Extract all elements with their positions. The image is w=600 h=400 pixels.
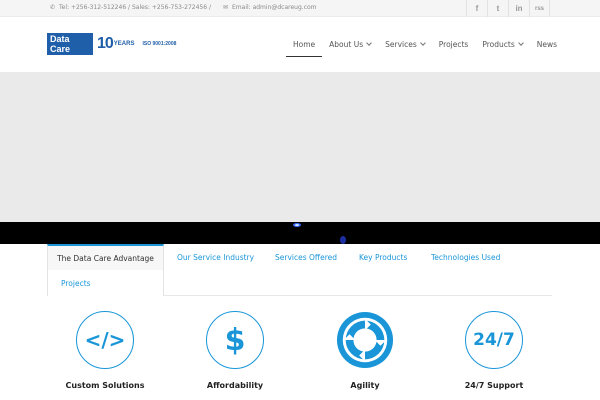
social-links: f t in rss — [466, 0, 550, 17]
chevron-down-icon — [419, 40, 426, 46]
top-bar: ✆ Tel: +256-312-512246 / Sales: +256-753… — [0, 0, 600, 17]
contact-info: ✆ Tel: +256-312-512246 / Sales: +256-753… — [50, 4, 317, 11]
main-nav: Home About Us Services Projects Products… — [286, 17, 564, 72]
nav-services[interactable]: Services — [378, 17, 432, 72]
hero-slider — [0, 72, 600, 222]
dollar-icon: $ — [206, 311, 264, 369]
data-care-logo: Data Care — [47, 33, 93, 55]
feature-title: Agility — [350, 381, 380, 390]
contact-email-text[interactable]: Email: admin@dcareug.com — [232, 4, 317, 11]
nav-projects[interactable]: Projects — [432, 17, 476, 72]
nav-home[interactable]: Home — [286, 17, 323, 72]
feature-title: Custom Solutions — [65, 381, 145, 390]
tab-our-service-industry[interactable]: Our Service Industry — [177, 253, 254, 262]
ten-years-badge: 10 YEARS — [97, 35, 135, 52]
feature-title: Affordability — [206, 381, 264, 390]
feature-title: 24/7 Support — [464, 381, 524, 390]
contact-phone-text: Tel: +256-312-512246 / Sales: +256-753-2… — [59, 4, 211, 11]
slider-band — [0, 222, 600, 244]
tab-data-care-advantage[interactable]: The Data Care Advantage — [47, 244, 164, 270]
site-logo[interactable]: Data Care 10 YEARS ISO 9001:2008 — [47, 33, 176, 55]
phone-icon: ✆ — [50, 4, 56, 11]
feature-affordability: $ Affordability — [175, 311, 295, 390]
envelope-icon: ✉ — [222, 4, 228, 11]
facebook-icon[interactable]: f — [466, 0, 487, 17]
tab-technologies-used[interactable]: Technologies Used — [431, 253, 500, 262]
chevron-down-icon — [366, 40, 372, 46]
twitter-icon[interactable]: t — [487, 0, 508, 17]
refresh-cycle-icon — [336, 311, 394, 369]
advantage-tabs: The Data Care Advantage Our Service Indu… — [47, 244, 552, 296]
slider-glow-2 — [340, 236, 346, 244]
nav-products[interactable]: Products — [475, 17, 529, 72]
linkedin-icon[interactable]: in — [508, 0, 529, 17]
site-header: Data Care 10 YEARS ISO 9001:2008 Home Ab… — [0, 17, 600, 72]
code-icon: </> — [76, 311, 134, 369]
tab-services-offered[interactable]: Services Offered — [275, 253, 337, 262]
feature-agility: Agility — [305, 311, 425, 390]
iso-certification: ISO 9001:2008 — [142, 41, 177, 47]
feature-24-7-support: 24/7 24/7 Support — [434, 311, 554, 390]
support-24-7-icon: 24/7 — [465, 311, 523, 369]
tab-projects[interactable]: Projects — [61, 279, 91, 288]
cycle-arrows-icon — [336, 311, 394, 369]
tab-projects-container: Projects — [47, 270, 164, 296]
nav-news[interactable]: News — [530, 17, 564, 72]
rss-icon[interactable]: rss — [529, 0, 550, 17]
nav-about-us[interactable]: About Us — [322, 17, 378, 72]
chevron-down-icon — [517, 40, 524, 46]
slider-glow — [293, 223, 301, 227]
feature-custom-solutions: </> Custom Solutions — [45, 311, 165, 390]
tab-key-products[interactable]: Key Products — [359, 253, 407, 262]
